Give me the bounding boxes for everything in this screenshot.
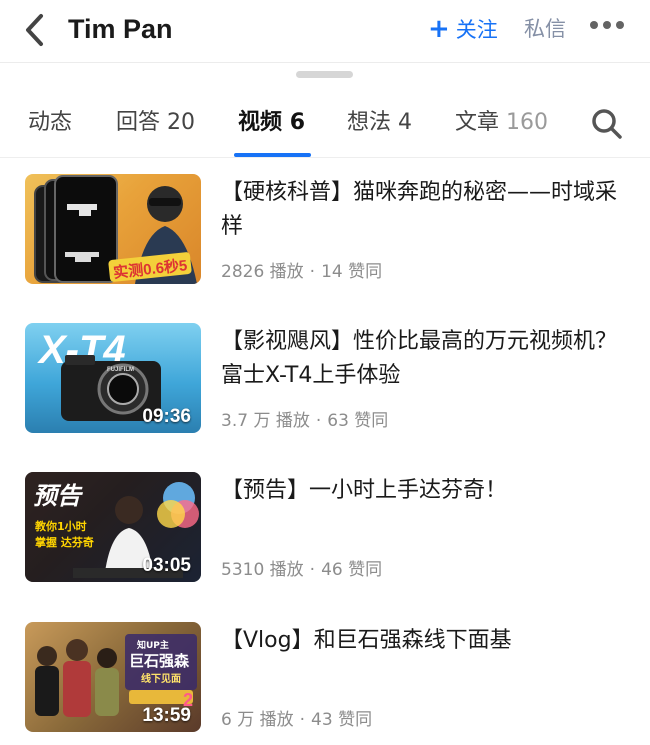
thumbnail-caption: 巨石强森 <box>129 652 190 670</box>
plus-icon: + <box>428 14 450 44</box>
video-stats: 6 万 播放 · 43 赞同 <box>221 710 373 730</box>
thumbnail-sub2: 掌握 达芬奇 <box>35 535 94 549</box>
search-icon[interactable] <box>590 107 624 141</box>
more-options-icon[interactable] <box>590 21 624 29</box>
video-title[interactable]: 【影视飓风】性价比最高的万元视频机？富士X-T4上手体验 <box>221 325 621 393</box>
video-thumbnail[interactable]: 实测0.6秒5 <box>25 174 201 284</box>
drag-handle[interactable] <box>296 71 353 78</box>
thumbnail-caption: 预告 <box>33 482 83 510</box>
video-stats: 2826 播放 · 14 赞同 <box>221 262 383 282</box>
profile-tabs: 动态 回答 20 视频 6 想法 4 文章 160 <box>0 95 650 158</box>
follow-label: 关注 <box>455 18 498 42</box>
profile-name: Tim Pan <box>68 14 173 44</box>
play-count: 2826 播放 <box>221 262 304 282</box>
thumbnail-sub1: 教你1小时 <box>34 519 87 533</box>
video-title[interactable]: 【预告】一小时上手达芬奇！ <box>221 474 621 508</box>
like-count: 46 赞同 <box>321 560 383 580</box>
video-thumbnail[interactable]: 预告 教你1小时 掌握 达芬奇 03:05 <box>25 472 201 582</box>
thumbnail-brand: FUJIFILM <box>107 367 134 373</box>
play-count: 6 万 播放 <box>221 710 294 730</box>
video-stats: 5310 播放 · 46 赞同 <box>221 560 383 580</box>
tab-thoughts[interactable]: 想法 4 <box>347 108 412 138</box>
top-bar: Tim Pan + 关注 私信 <box>0 0 650 63</box>
thumbnail-sub1: 知UP主 <box>136 639 169 651</box>
back-arrow-icon[interactable] <box>20 10 56 50</box>
video-thumbnail[interactable]: X-T4 FUJIFILM 09:36 <box>25 323 201 433</box>
video-thumbnail[interactable]: 知UP主 巨石强森 线下见面 2 13:59 <box>25 622 201 732</box>
like-count: 43 赞同 <box>311 710 373 730</box>
tab-answers[interactable]: 回答 20 <box>116 108 195 138</box>
tab-videos[interactable]: 视频 6 <box>238 108 305 138</box>
video-title[interactable]: 【Vlog】和巨石强森线下面基 <box>221 624 621 658</box>
video-title[interactable]: 【硬核科普】猫咪奔跑的秘密——时域采样 <box>221 176 621 244</box>
tab-activity[interactable]: 动态 <box>28 108 72 138</box>
tab-articles[interactable]: 文章 160 <box>455 108 548 138</box>
like-count: 14 赞同 <box>321 262 383 282</box>
video-duration: 13:59 <box>142 705 191 726</box>
video-item[interactable]: 预告 教你1小时 掌握 达芬奇 03:05 【预告】一小时上手达芬奇！ 5310… <box>0 472 650 584</box>
video-duration: 09:36 <box>142 406 191 427</box>
video-stats: 3.7 万 播放 · 63 赞同 <box>221 411 389 431</box>
play-count: 3.7 万 播放 <box>221 411 310 431</box>
video-item[interactable]: X-T4 FUJIFILM 09:36 【影视飓风】性价比最高的万元视频机？富士… <box>0 323 650 435</box>
video-item[interactable]: 实测0.6秒5 【硬核科普】猫咪奔跑的秘密——时域采样 2826 播放 · 14 赞… <box>0 174 650 286</box>
follow-button[interactable]: + 关注 <box>428 13 498 45</box>
video-item[interactable]: 知UP主 巨石强森 线下见面 2 13:59 【Vlog】和巨石强森线下面基 6… <box>0 622 650 734</box>
video-duration: 03:05 <box>142 555 191 576</box>
thumbnail-art: 实测0.6秒5 <box>34 175 197 284</box>
message-button[interactable]: 私信 <box>524 13 566 45</box>
thumbnail-sub2: 线下见面 <box>141 672 181 685</box>
like-count: 63 赞同 <box>327 411 389 431</box>
active-tab-indicator <box>234 153 311 157</box>
play-count: 5310 播放 <box>221 560 304 580</box>
